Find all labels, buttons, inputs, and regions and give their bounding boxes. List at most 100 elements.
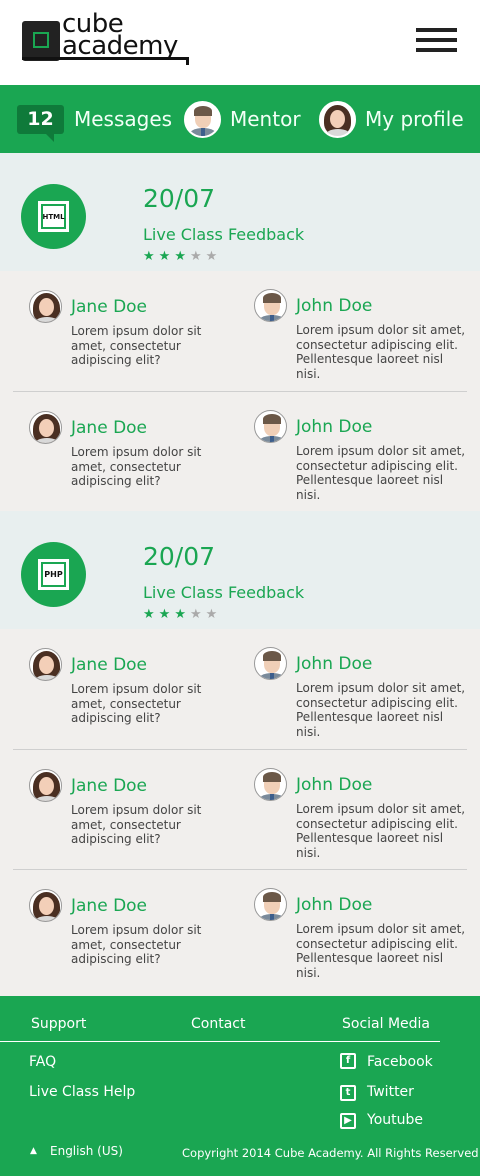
review-line: amet, consectetur	[71, 338, 181, 353]
feedback-row: Jane Doe Lorem ipsum dolor sit amet, conse…	[13, 749, 467, 869]
section-header: HTML 20/07 Live Class Feedback ★ ★ ★ ★ ★	[0, 153, 480, 271]
review-line: adipiscing elit?	[71, 952, 161, 966]
review-text: Lorem ipsum dolor sit amet, consectetur ad…	[71, 445, 241, 489]
facebook-icon: f	[340, 1053, 356, 1069]
john-avatar	[254, 289, 287, 322]
twitter-icon: t	[340, 1085, 356, 1101]
star-icon: ★	[158, 249, 171, 264]
top-nav: 12 Messages Mentor My profile	[0, 85, 480, 153]
review-text: Lorem ipsum dolor sit amet, consectetur a…	[296, 922, 471, 980]
footer-social-heading: Social Media	[342, 1016, 431, 1032]
jane-avatar	[29, 769, 62, 802]
review-line: adipiscing elit?	[71, 832, 161, 846]
review-text: Lorem ipsum dolor sit amet, consectetur ad…	[71, 923, 241, 967]
course-icon-label: HTML	[42, 206, 65, 227]
footer-support-heading: Support	[31, 1016, 87, 1032]
reviewer-name[interactable]: Jane Doe	[71, 896, 147, 916]
review-line: consectetur adipiscing elit.	[296, 816, 458, 831]
review-line: adipiscing elit?	[71, 474, 161, 488]
review-text: Lorem ipsum dolor sit amet, consectetur a…	[296, 802, 471, 860]
review-line: Pellentesque laoreet nisl nisi.	[296, 831, 444, 860]
reviewer-name[interactable]: Jane Doe	[71, 418, 147, 438]
nav-messages[interactable]: 12 Messages	[17, 85, 172, 153]
review-line: consectetur adipiscing elit.	[296, 936, 458, 951]
nav-messages-label: Messages	[74, 107, 173, 131]
footer-youtube-link[interactable]: Youtube	[367, 1112, 423, 1128]
logo[interactable]: cube academy	[22, 11, 192, 69]
review-line: consectetur adipiscing elit.	[296, 695, 458, 710]
reviewer-name[interactable]: Jane Doe	[71, 655, 147, 675]
reviewer-name[interactable]: John Doe	[296, 775, 372, 795]
star-icon: ★	[205, 607, 218, 622]
reviewer-name[interactable]: Jane Doe	[71, 776, 147, 796]
header: cube academy	[0, 0, 480, 85]
reviewer-name[interactable]: John Doe	[296, 417, 372, 437]
reviewer-name[interactable]: Jane Doe	[71, 297, 147, 317]
caret-up-icon: ▲	[30, 1146, 37, 1156]
jane-avatar	[29, 889, 62, 922]
course-icon-label: PHP	[43, 564, 64, 585]
footer: Support Contact Social Media FAQ Live Cl…	[0, 996, 480, 1176]
feedback-row: Jane Doe Lorem ipsum dolor sit amet, conse…	[0, 629, 480, 749]
footer-copyright: Copyright 2014 Cube Academy. All Rights …	[182, 1146, 479, 1160]
review-text: Lorem ipsum dolor sit amet, consectetur a…	[296, 323, 471, 381]
feedback-section: HTML 20/07 Live Class Feedback ★ ★ ★ ★ ★ Jane Do…	[0, 153, 480, 511]
footer-divider	[0, 1041, 440, 1042]
nav-mentor-label: Mentor	[230, 107, 301, 131]
review-line: Pellentesque laoreet nisl nisi.	[296, 352, 444, 381]
review-line: consectetur adipiscing elit.	[296, 337, 458, 352]
jane-avatar	[29, 411, 62, 444]
john-avatar	[254, 768, 287, 801]
review-line: Lorem ipsum dolor sit	[71, 445, 202, 459]
review-line: Lorem ipsum dolor sit	[71, 682, 202, 696]
menu-icon[interactable]	[416, 28, 457, 54]
star-icon: ★	[189, 249, 202, 264]
footer-live-class-help-link[interactable]: Live Class Help	[29, 1084, 135, 1100]
review-line: Lorem ipsum dolor sit amet,	[296, 323, 466, 337]
footer-faq-link[interactable]: FAQ	[29, 1054, 56, 1070]
footer-twitter-link[interactable]: Twitter	[367, 1084, 414, 1100]
review-text: Lorem ipsum dolor sit amet, consectetur ad…	[71, 682, 241, 726]
footer-contact-link[interactable]: Contact	[191, 1016, 245, 1032]
logo-line-2: academy	[62, 31, 178, 61]
review-line: amet, consectetur	[71, 817, 181, 832]
jane-avatar	[29, 648, 62, 681]
footer-facebook-link[interactable]: Facebook	[367, 1054, 433, 1070]
review-line: Pellentesque laoreet nisl nisi.	[296, 951, 444, 980]
nav-profile-label: My profile	[365, 107, 464, 131]
section-header: PHP 20/07 Live Class Feedback ★ ★ ★ ★ ★	[0, 511, 480, 629]
reviewer-name[interactable]: John Doe	[296, 895, 372, 915]
logo-cube-icon	[22, 21, 60, 61]
feedback-row: Jane Doe Lorem ipsum dolor sit amet, conse…	[13, 869, 467, 989]
review-line: Lorem ipsum dolor sit	[71, 803, 202, 817]
reviewer-name[interactable]: John Doe	[296, 296, 372, 316]
nav-my-profile[interactable]: My profile	[319, 85, 464, 153]
review-line: Lorem ipsum dolor sit	[71, 324, 202, 338]
feedback-row: Jane Doe Lorem ipsum dolor sit amet, conse…	[0, 271, 480, 391]
youtube-icon: ▶	[340, 1113, 356, 1129]
review-text: Lorem ipsum dolor sit amet, consectetur a…	[296, 444, 471, 502]
language-selector[interactable]: English (US)	[50, 1144, 123, 1158]
review-line: amet, consectetur	[71, 696, 181, 711]
star-icon: ★	[174, 249, 186, 264]
star-icon: ★	[143, 249, 155, 264]
rating-stars: ★ ★ ★ ★ ★	[143, 608, 221, 622]
review-line: amet, consectetur	[71, 937, 181, 952]
review-line: Lorem ipsum dolor sit amet,	[296, 681, 466, 695]
feedback-section: PHP 20/07 Live Class Feedback ★ ★ ★ ★ ★ Jane Doe…	[0, 511, 480, 989]
john-avatar	[254, 647, 287, 680]
section-title[interactable]: Live Class Feedback	[143, 225, 304, 244]
mentor-avatar	[184, 100, 221, 138]
review-line: adipiscing elit?	[71, 353, 161, 367]
review-line: amet, consectetur	[71, 459, 181, 474]
nav-mentor[interactable]: Mentor	[184, 85, 301, 153]
reviewer-name[interactable]: John Doe	[296, 654, 372, 674]
review-line: consectetur adipiscing elit.	[296, 458, 458, 473]
messages-count-badge: 12	[17, 104, 64, 142]
section-title[interactable]: Live Class Feedback	[143, 583, 304, 602]
review-line: Pellentesque laoreet nisl nisi.	[296, 473, 444, 502]
review-line: Lorem ipsum dolor sit amet,	[296, 444, 466, 458]
review-text: Lorem ipsum dolor sit amet, consectetur a…	[296, 681, 471, 739]
john-avatar	[254, 888, 287, 921]
star-icon: ★	[158, 607, 171, 622]
